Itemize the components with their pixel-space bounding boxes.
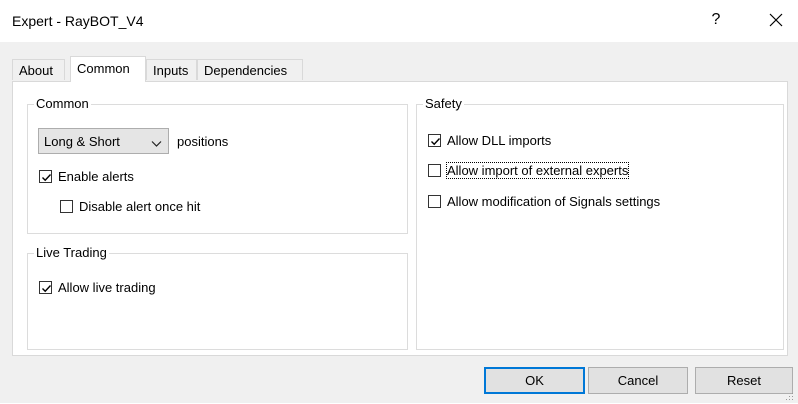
enable-alerts-label: Enable alerts — [58, 169, 134, 184]
close-icon[interactable] — [764, 8, 788, 32]
checkmark-icon — [42, 174, 52, 182]
disable-alert-once-hit-checkbox[interactable]: Disable alert once hit — [60, 199, 230, 217]
disable-alert-once-hit-label: Disable alert once hit — [79, 199, 201, 214]
allow-import-external-experts-checkbox[interactable]: Allow import of external experts — [428, 162, 648, 181]
cancel-button[interactable]: Cancel — [588, 367, 688, 394]
tab-label: Common — [77, 61, 130, 76]
enable-alerts-checkbox[interactable]: Enable alerts — [39, 169, 179, 187]
allow-modification-signals-checkbox[interactable]: Allow modification of Signals settings — [428, 194, 688, 212]
safety-group: Safety Allow DLL imports Allow import of… — [416, 96, 784, 350]
checkbox-box[interactable] — [428, 195, 441, 208]
positions-label: positions — [177, 134, 229, 149]
resize-grip-icon[interactable] — [784, 389, 794, 400]
tab-inputs[interactable]: Inputs — [146, 59, 197, 80]
tab-about[interactable]: About — [12, 59, 65, 80]
checkbox-box[interactable] — [39, 170, 52, 183]
chevron-down-icon — [151, 136, 162, 151]
positions-select[interactable]: Long & Short — [38, 128, 169, 154]
allow-dll-imports-label: Allow DLL imports — [447, 133, 552, 148]
tab-common[interactable]: Common — [70, 56, 146, 82]
help-icon[interactable]: ? — [706, 11, 726, 29]
tab-panel-common: Common Long & Short positions Enable ale… — [12, 81, 788, 356]
checkbox-box[interactable] — [39, 281, 52, 294]
allow-modification-signals-label: Allow modification of Signals settings — [447, 194, 661, 209]
common-group-label: Common — [34, 96, 91, 111]
positions-select-value: Long & Short — [44, 134, 120, 149]
checkmark-icon — [431, 138, 441, 146]
allow-live-trading-label: Allow live trading — [58, 280, 156, 295]
reset-button[interactable]: Reset — [695, 367, 793, 394]
tab-label: Dependencies — [204, 63, 288, 78]
tab-label: Inputs — [153, 63, 189, 78]
checkbox-box[interactable] — [428, 134, 441, 147]
tab-dependencies[interactable]: Dependencies — [197, 59, 303, 80]
allow-dll-imports-checkbox[interactable]: Allow DLL imports — [428, 133, 578, 151]
checkbox-box[interactable] — [60, 200, 73, 213]
tab-label: About — [19, 63, 53, 78]
checkbox-box[interactable] — [428, 164, 441, 177]
allow-import-external-experts-label: Allow import of external experts — [445, 162, 630, 179]
checkmark-icon — [42, 285, 52, 293]
safety-group-label: Safety — [423, 96, 464, 111]
common-group: Common Long & Short positions Enable ale… — [27, 96, 408, 234]
title-bar: Expert - RayBOT_V4 ? — [0, 0, 798, 42]
ok-button[interactable]: OK — [484, 367, 585, 394]
dialog-client: About Common Inputs Dependencies Common … — [0, 42, 798, 403]
allow-live-trading-checkbox[interactable]: Allow live trading — [39, 280, 189, 298]
live-trading-group: Live Trading Allow live trading — [27, 245, 408, 350]
live-trading-group-label: Live Trading — [34, 245, 109, 260]
window-title: Expert - RayBOT_V4 — [12, 13, 144, 29]
